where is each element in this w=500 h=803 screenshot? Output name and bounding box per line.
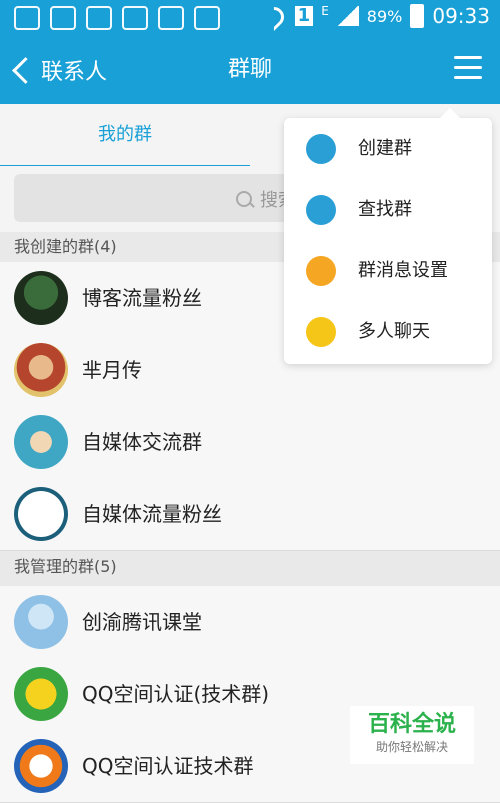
notification-icon xyxy=(14,6,40,30)
create-group-icon xyxy=(306,134,336,164)
watermark: 百科全说 助你轻松解决 xyxy=(350,706,474,764)
status-bar: 1 E 89% 09:33 xyxy=(0,0,500,36)
search-icon xyxy=(236,191,252,207)
menu-item-message-settings[interactable]: 群消息设置 xyxy=(284,240,492,301)
menu-icon-bar xyxy=(454,66,482,69)
menu-item-create-group[interactable]: 创建群 xyxy=(284,118,492,179)
wifi-icon xyxy=(261,5,287,27)
tab-my-groups[interactable]: 我的群 xyxy=(0,104,250,168)
menu-item-label: 群消息设置 xyxy=(358,260,448,281)
nav-bar: 联系人 群聊 xyxy=(0,36,500,104)
group-name: 自媒体流量粉丝 xyxy=(82,502,222,526)
group-row[interactable]: 自媒体交流群 xyxy=(0,406,500,479)
watermark-title: 百科全说 xyxy=(367,712,456,737)
menu-item-label: 查找群 xyxy=(358,199,412,220)
group-name: QQ空间认证(技术群) xyxy=(82,682,270,706)
dropdown-menu: 创建群 查找群 群消息设置 多人聊天 xyxy=(284,108,492,364)
wechat-icon xyxy=(86,6,112,30)
menu-icon-bar xyxy=(454,56,482,59)
group-avatar xyxy=(14,271,68,325)
sim-indicator: 1 xyxy=(294,6,314,26)
group-name: 自媒体交流群 xyxy=(82,430,202,454)
section-managed-groups: 我管理的群(5) xyxy=(0,552,500,582)
alipay-icon xyxy=(158,6,184,30)
battery-percent: 89% xyxy=(366,6,403,26)
page-title: 群聊 xyxy=(227,57,272,82)
battery-icon xyxy=(410,4,425,28)
menu-item-find-group[interactable]: 查找群 xyxy=(284,179,492,240)
group-avatar xyxy=(14,415,68,469)
network-type: E xyxy=(321,4,329,18)
group-name: 芈月传 xyxy=(82,358,142,382)
group-avatar xyxy=(14,595,68,649)
menu-item-multi-chat[interactable]: 多人聊天 xyxy=(284,301,492,362)
menu-icon-bar xyxy=(454,76,482,79)
signal-icon xyxy=(336,6,359,26)
notification-icons xyxy=(14,6,220,30)
group-avatar xyxy=(14,667,68,721)
group-name: 创渝腾讯课堂 xyxy=(82,610,202,634)
group-name: QQ空间认证技术群 xyxy=(82,754,254,778)
watermark-subtitle: 助你轻松解决 xyxy=(375,740,448,754)
group-avatar xyxy=(14,487,68,541)
notification-icon xyxy=(50,6,76,30)
menu-item-label: 多人聊天 xyxy=(358,321,430,342)
clock: 09:33 xyxy=(432,4,490,28)
system-status: 1 E 89% 09:33 xyxy=(261,4,490,28)
menu-button[interactable] xyxy=(454,56,482,80)
group-avatar xyxy=(14,739,68,793)
menu-item-label: 创建群 xyxy=(358,138,412,159)
group-name: 博客流量粉丝 xyxy=(82,286,202,310)
alipay-icon xyxy=(122,6,148,30)
notification-icon xyxy=(194,6,220,30)
group-row[interactable]: 创渝腾讯课堂 xyxy=(0,586,500,659)
chat-add-icon xyxy=(306,317,336,347)
group-avatar xyxy=(14,343,68,397)
gear-icon xyxy=(306,256,336,286)
find-group-icon xyxy=(306,195,336,225)
group-row[interactable]: 自媒体流量粉丝 xyxy=(0,478,500,551)
